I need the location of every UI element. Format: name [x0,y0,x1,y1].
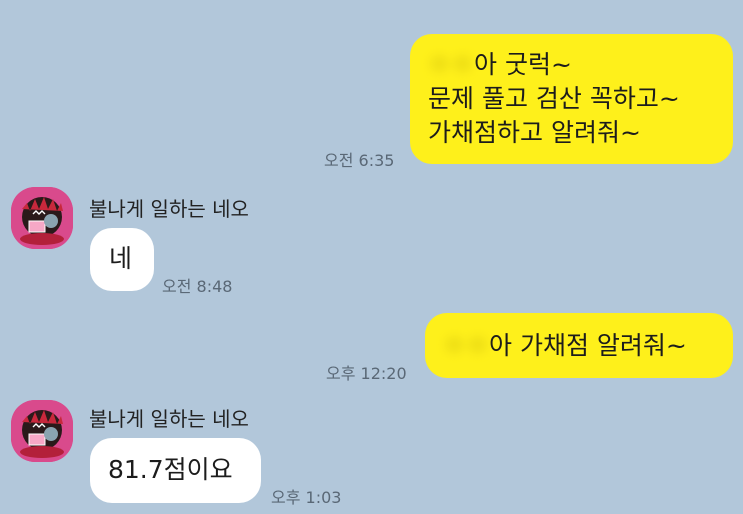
outgoing-message-bubble[interactable]: ㅇㅇ아 가채점 알려줘~ [425,313,733,378]
message-line: ㅇㅇ아 굿럭~ [428,48,715,82]
message-line: 문제 풀고 검산 꼭하고~ [428,84,680,113]
avatar[interactable] [11,187,73,249]
redacted-name: ㅇㅇ [428,50,475,79]
neo-avatar-icon [11,187,73,249]
message-timestamp: 오전 6:35 [324,151,395,170]
sender-name: 불나게 일하는 네오 [89,197,249,221]
message-timestamp: 오후 12:20 [326,364,407,383]
incoming-message-bubble[interactable]: 81.7점이요 [90,438,261,503]
message-line: ㅇㅇ아 가채점 알려줘~ [443,329,715,363]
message-text: 81.7점이요 [108,455,233,484]
outgoing-message-bubble[interactable]: ㅇㅇ아 굿럭~ 문제 풀고 검산 꼭하고~ 가채점하고 알려줘~ [410,34,733,164]
avatar[interactable] [11,400,73,462]
chat-area: ㅇㅇ아 굿럭~ 문제 풀고 검산 꼭하고~ 가채점하고 알려줘~ 오전 6:35… [0,0,743,514]
message-timestamp: 오후 1:03 [271,488,342,507]
message-text: 네 [109,244,133,273]
redacted-name: ㅇㅇ [443,331,490,360]
message-timestamp: 오전 8:48 [162,277,233,296]
incoming-message-bubble[interactable]: 네 [90,228,154,291]
sender-name: 불나게 일하는 네오 [89,407,249,431]
neo-avatar-icon [11,400,73,462]
message-line: 가채점하고 알려줘~ [428,118,641,147]
